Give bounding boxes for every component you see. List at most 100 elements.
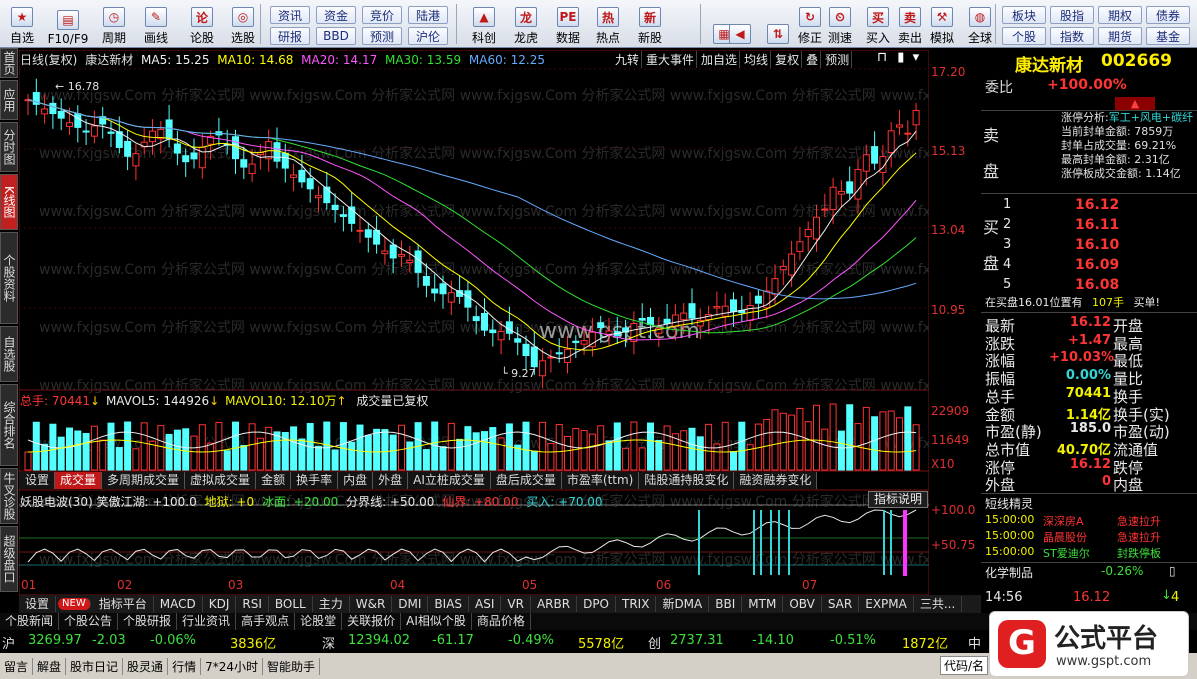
toolbar-button-16[interactable]: 买买入 bbox=[860, 4, 896, 46]
kline-header-button-0[interactable]: 九转 bbox=[613, 51, 643, 68]
bottom-tab-15[interactable]: TRIX bbox=[616, 596, 657, 612]
quick-button-7[interactable]: 沪伦 bbox=[408, 27, 448, 45]
toolbar-button-10[interactable]: 新新股 bbox=[632, 4, 668, 46]
quick-button-10[interactable]: 期权 bbox=[1098, 6, 1142, 24]
bottom-tab-8[interactable]: W&R bbox=[350, 596, 393, 612]
bottom-tab-2[interactable]: 指标平台 bbox=[93, 596, 154, 612]
info-tab-1[interactable]: 个股公告 bbox=[59, 613, 119, 630]
kline-header-button-6[interactable]: 预测 bbox=[823, 51, 853, 68]
quick-button-15[interactable]: 基金 bbox=[1146, 27, 1190, 45]
index-name[interactable]: 创 bbox=[648, 633, 661, 652]
kline-chart-area[interactable]: www.fxjgsw.Com 分析家公式网 www.fxjgsw.Com 分析家… bbox=[19, 50, 929, 595]
toolbar-button-19[interactable]: ◍ 全球 bbox=[962, 4, 998, 46]
short-stock[interactable]: 深深房A bbox=[1043, 513, 1084, 529]
info-tab-3[interactable]: 行业资讯 bbox=[177, 613, 237, 630]
index-name[interactable]: 深 bbox=[322, 633, 335, 652]
indicator-tab-6[interactable]: 内盘 bbox=[338, 472, 374, 489]
toolbar-button-12[interactable]: ◀ bbox=[722, 4, 758, 46]
left-tab-6[interactable]: 综合排名 bbox=[0, 384, 18, 466]
left-tab-1[interactable]: 应用 bbox=[0, 80, 18, 120]
index-tail[interactable]: 中 bbox=[968, 633, 981, 652]
bottom-tab-7[interactable]: 主力 bbox=[313, 596, 350, 612]
quick-button-11[interactable]: 债券 bbox=[1146, 6, 1190, 24]
info-tab-4[interactable]: 高手观点 bbox=[236, 613, 296, 630]
status-item-2[interactable]: 股市日记 bbox=[66, 657, 124, 675]
quick-button-13[interactable]: 指数 bbox=[1050, 27, 1094, 45]
info-tab-5[interactable]: 论股堂 bbox=[295, 613, 343, 630]
indicator-tab-3[interactable]: 虚拟成交量 bbox=[185, 472, 257, 489]
left-tab-8[interactable]: 超级盘口 bbox=[0, 526, 18, 592]
bottom-tab-21[interactable]: EXPMA bbox=[859, 596, 914, 612]
left-tab-2[interactable]: 分时图 bbox=[0, 122, 18, 172]
quick-button-2[interactable]: 竞价 bbox=[362, 6, 402, 24]
quick-button-1[interactable]: 资金 bbox=[316, 6, 356, 24]
indicator-tab-4[interactable]: 金额 bbox=[256, 472, 292, 489]
bottom-tab-19[interactable]: OBV bbox=[783, 596, 822, 612]
status-item-5[interactable]: 7*24小时 bbox=[201, 657, 263, 675]
bottom-tab-4[interactable]: KDJ bbox=[203, 596, 237, 612]
status-item-1[interactable]: 解盘 bbox=[33, 657, 67, 675]
kline-type[interactable]: 日线(复权) bbox=[20, 53, 77, 67]
info-tab-2[interactable]: 个股研报 bbox=[118, 613, 178, 630]
industry-name[interactable]: 化学制品 bbox=[985, 564, 1033, 581]
indicator-tab-12[interactable]: 融资融券变化 bbox=[734, 472, 818, 489]
bottom-tab-18[interactable]: MTM bbox=[742, 596, 784, 612]
short-stock[interactable]: ST爱迪尔 bbox=[1043, 545, 1090, 561]
toolbar-button-4[interactable]: 论论股 bbox=[184, 4, 220, 46]
left-tab-5[interactable]: 自选股 bbox=[0, 326, 18, 382]
toolbar-button-7[interactable]: 龙龙虎 bbox=[508, 4, 544, 46]
index-name[interactable]: 沪 bbox=[2, 633, 15, 652]
status-item-4[interactable]: 行情 bbox=[168, 657, 202, 675]
bottom-tab-1[interactable]: NEW bbox=[58, 598, 91, 610]
bottom-tab-9[interactable]: DMI bbox=[392, 596, 429, 612]
quick-button-5[interactable]: BBD bbox=[316, 27, 356, 45]
indicator-tab-9[interactable]: 盘后成交量 bbox=[490, 472, 562, 489]
indicator-tab-11[interactable]: 陆股通持股变化 bbox=[639, 472, 735, 489]
dropdown-icon[interactable]: ▾ bbox=[913, 50, 920, 65]
toolbar-button-2[interactable]: ◷ 周期 bbox=[96, 4, 132, 46]
bottom-tab-13[interactable]: ARBR bbox=[531, 596, 578, 612]
toolbar-button-9[interactable]: 热热点 bbox=[590, 4, 626, 46]
quick-button-4[interactable]: 研报 bbox=[270, 27, 310, 45]
kline-header-button-2[interactable]: 加自选 bbox=[699, 51, 741, 68]
indicator-tab-8[interactable]: AI立桩成交量 bbox=[408, 472, 491, 489]
left-tab-0[interactable]: 首页 bbox=[0, 48, 18, 78]
bottom-tab-20[interactable]: SAR bbox=[822, 596, 860, 612]
indicator-tab-7[interactable]: 外盘 bbox=[373, 472, 409, 489]
indicator-tab-10[interactable]: 市盈率(ttm) bbox=[561, 472, 640, 489]
bottom-tab-22[interactable]: 三共... bbox=[914, 596, 963, 612]
status-item-6[interactable]: 智能助手 bbox=[263, 657, 320, 675]
panel-icon[interactable]: ▮ bbox=[897, 50, 904, 65]
info-tab-6[interactable]: 关联报价 bbox=[342, 613, 402, 630]
status-item-0[interactable]: 留言 bbox=[0, 657, 34, 675]
quick-button-8[interactable]: 板块 bbox=[1002, 6, 1046, 24]
short-stock[interactable]: 晶晨股份 bbox=[1043, 529, 1087, 545]
bottom-tab-11[interactable]: ASI bbox=[469, 596, 502, 612]
info-tab-8[interactable]: 商品价格 bbox=[472, 613, 531, 630]
quick-button-3[interactable]: 陆港 bbox=[408, 6, 448, 24]
bottom-tab-12[interactable]: VR bbox=[501, 596, 531, 612]
collapse-arrow-icon[interactable]: ▲ bbox=[1115, 97, 1155, 110]
bottom-tab-5[interactable]: RSI bbox=[236, 596, 269, 612]
bottom-tab-3[interactable]: MACD bbox=[154, 596, 203, 612]
info-tab-7[interactable]: AI相似个股 bbox=[401, 613, 472, 630]
kline-header-button-3[interactable]: 均线 bbox=[742, 51, 772, 68]
indicator-help-button[interactable]: 指标说明 bbox=[868, 491, 928, 508]
bottom-tab-10[interactable]: BIAS bbox=[428, 596, 470, 612]
bottom-tab-16[interactable]: 新DMA bbox=[656, 596, 710, 612]
toolbar-button-17[interactable]: 卖卖出 bbox=[892, 4, 928, 46]
bottom-tab-0[interactable]: 设置 bbox=[19, 596, 57, 612]
toolbar-button-0[interactable]: ★ 自选 bbox=[4, 4, 40, 46]
kline-header-button-5[interactable]: 叠 bbox=[804, 51, 822, 68]
toolbar-button-15[interactable]: ⏲ 测速 bbox=[822, 4, 858, 46]
toolbar-button-5[interactable]: ◎ 选股 bbox=[225, 4, 261, 46]
toolbar-button-1[interactable]: ▤ F10/F9 bbox=[48, 4, 88, 46]
indicator-tab-1[interactable]: 成交量 bbox=[55, 472, 103, 489]
left-tab-4[interactable]: 个股资料 bbox=[0, 232, 18, 324]
toolbar-button-6[interactable]: ▲ 科创 bbox=[466, 4, 502, 46]
kline-header-button-1[interactable]: 重大事件 bbox=[644, 51, 698, 68]
kline-header-button-4[interactable]: 复权 bbox=[773, 51, 803, 68]
toolbar-button-18[interactable]: ⚒ 模拟 bbox=[924, 4, 960, 46]
quick-button-6[interactable]: 预测 bbox=[362, 27, 402, 45]
industry-expand-icon[interactable]: ▯ bbox=[1169, 564, 1176, 578]
